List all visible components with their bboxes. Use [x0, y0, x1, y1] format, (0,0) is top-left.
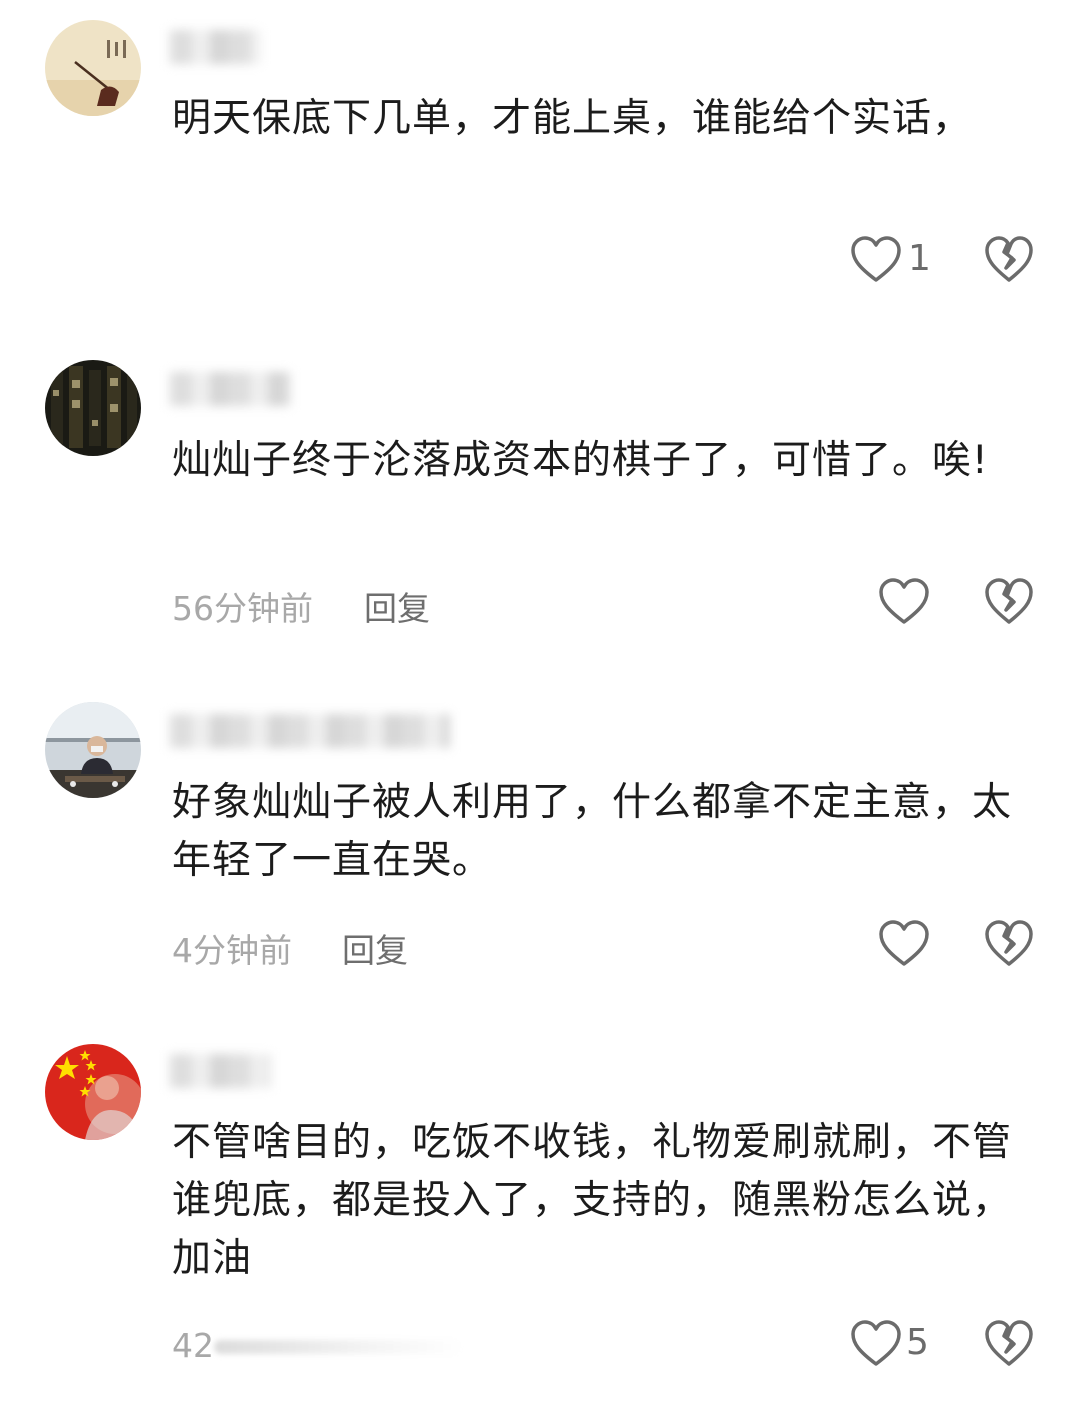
like-button[interactable] — [850, 1320, 902, 1368]
dislike-button[interactable] — [984, 236, 1034, 284]
heart-outline-icon — [851, 236, 901, 282]
avatar[interactable] — [45, 702, 141, 798]
comment-item: 不管啥目的，吃饭不收钱，礼物爱刷就刷，不管谁兜底，都是投入了，支持的，随黑粉怎么… — [0, 1024, 1080, 1408]
like-count: 5 — [906, 1322, 929, 1363]
comment-text: 不管啥目的，吃饭不收钱，礼物爱刷就刷，不管谁兜底，都是投入了，支持的，随黑粉怎么… — [172, 1120, 1013, 1281]
dislike-button[interactable] — [984, 920, 1034, 968]
username[interactable] — [170, 714, 450, 748]
avatar[interactable] — [45, 1044, 141, 1140]
avatar[interactable] — [45, 360, 141, 456]
reply-button[interactable]: 回复 — [342, 924, 408, 972]
comment-item: 好象灿灿子被人利用了，什么都拿不定主意，太年轻了一直在哭。 4分钟前 回复 — [0, 682, 1080, 1002]
like-button[interactable] — [878, 920, 930, 968]
like-count: 1 — [908, 238, 931, 279]
comment-text: 灿灿子终于沦落成资本的棋子了，可惜了。唉! — [172, 438, 989, 483]
dislike-button[interactable] — [984, 1320, 1034, 1368]
username[interactable] — [170, 1054, 270, 1088]
heart-outline-icon — [879, 920, 929, 966]
comment-time: 4分钟前 — [172, 931, 292, 970]
heart-outline-icon — [879, 578, 929, 624]
heart-outline-icon — [851, 1320, 901, 1366]
username[interactable] — [170, 30, 260, 64]
broken-heart-icon — [985, 920, 1033, 966]
username[interactable] — [170, 372, 290, 406]
comment-time: 42 — [172, 1326, 214, 1365]
comment-item: 灿灿子终于沦落成资本的棋子了，可惜了。唉! 56分钟前 回复 — [0, 340, 1080, 660]
comment-text: 明天保底下几单，才能上桌，谁能给个实话， — [172, 96, 973, 141]
reply-button[interactable]: 回复 — [364, 582, 430, 630]
comment-item: 明天保底下几单，才能上桌，谁能给个实话， 1 — [0, 0, 1080, 320]
like-button[interactable] — [850, 236, 902, 284]
time-blur — [214, 1340, 464, 1354]
broken-heart-icon — [985, 1320, 1033, 1366]
broken-heart-icon — [985, 578, 1033, 624]
comment-text: 好象灿灿子被人利用了，什么都拿不定主意，太年轻了一直在哭。 — [172, 780, 1013, 883]
avatar[interactable] — [45, 20, 141, 116]
dislike-button[interactable] — [984, 578, 1034, 626]
like-button[interactable] — [878, 578, 930, 626]
broken-heart-icon — [985, 236, 1033, 282]
comment-time: 56分钟前 — [172, 589, 313, 628]
